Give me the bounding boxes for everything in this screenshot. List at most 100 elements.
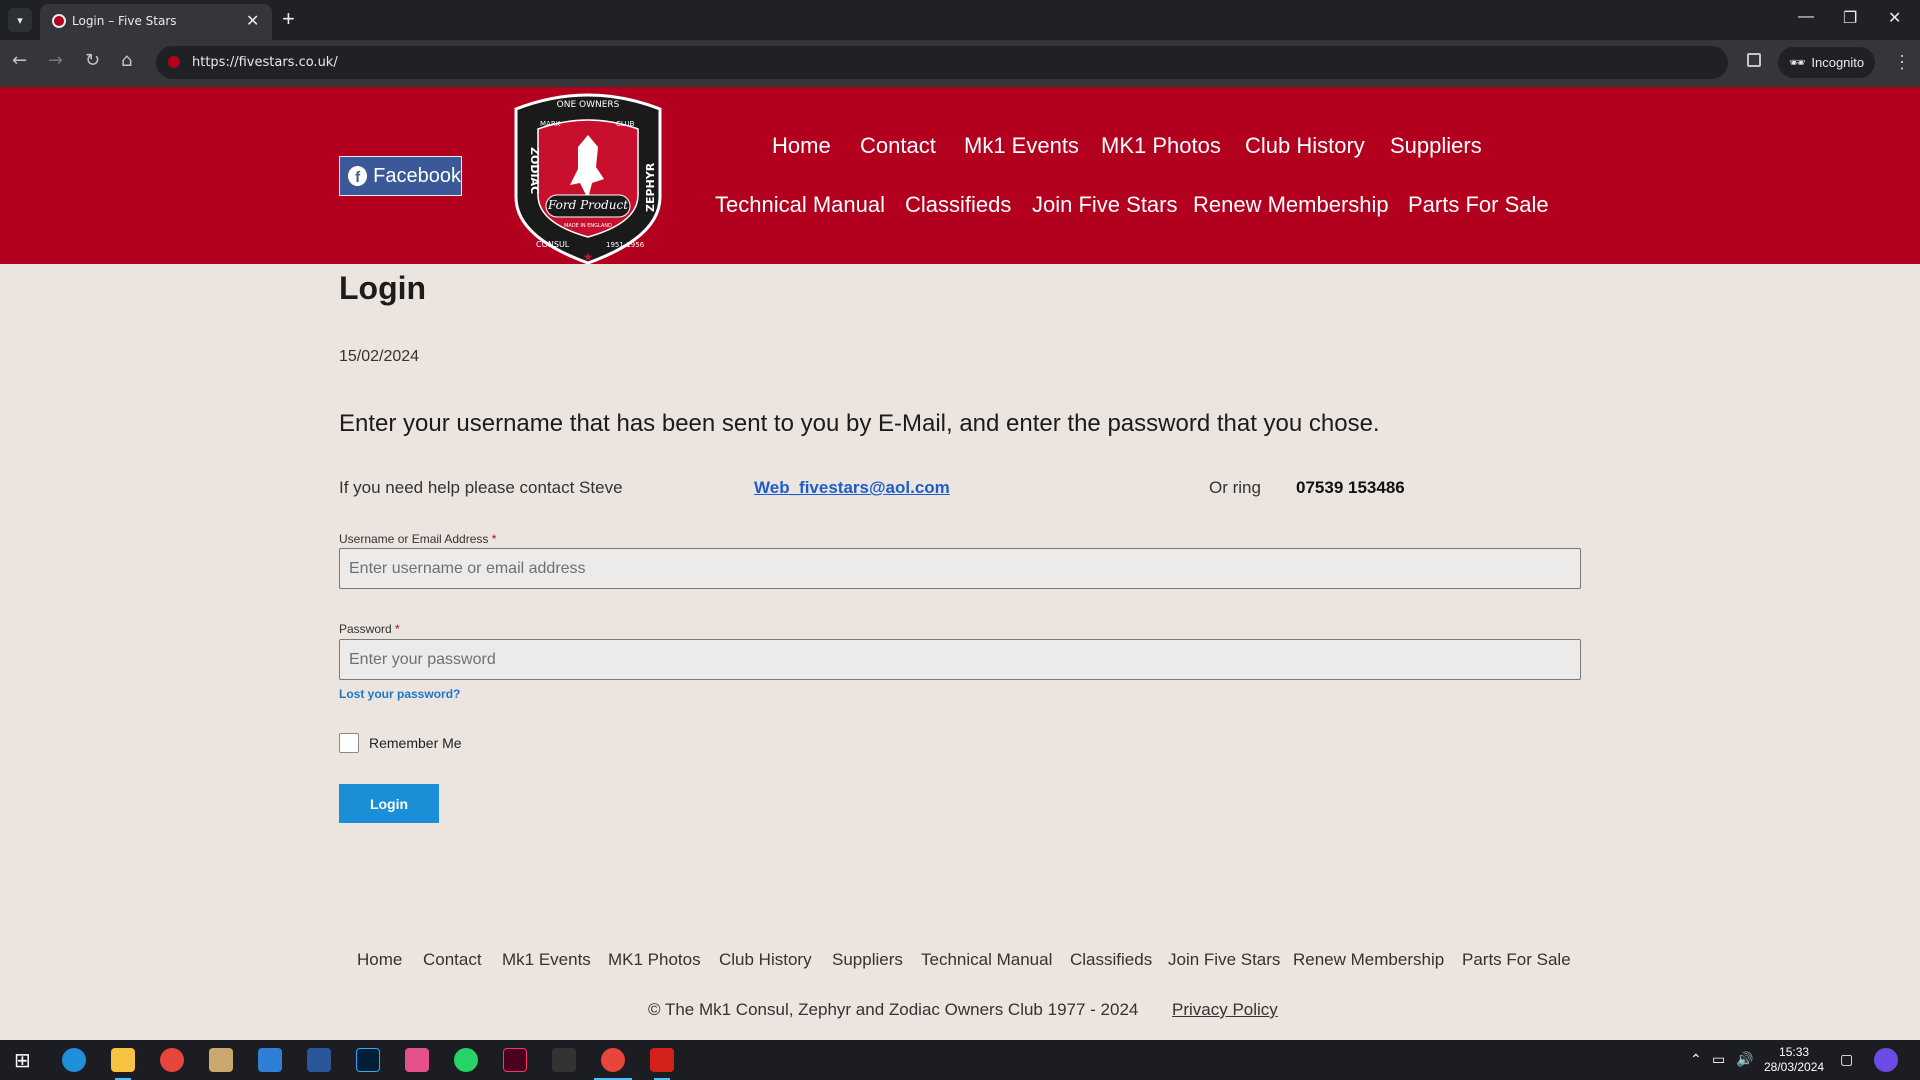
logo-text-made: MADE IN ENGLAND <box>564 223 612 229</box>
privacy-policy-link[interactable]: Privacy Policy <box>1172 1000 1278 1020</box>
facebook-button[interactable]: f Facebook <box>339 156 462 196</box>
logo-text-club: CLUB <box>616 120 635 128</box>
required-mark: * <box>395 622 400 636</box>
network-icon[interactable]: ▭ <box>1712 1051 1725 1068</box>
edge-icon[interactable] <box>62 1048 86 1072</box>
intro-text: Enter your username that has been sent t… <box>339 410 1380 437</box>
back-icon[interactable]: ← <box>12 50 27 71</box>
logo-text-zodiac: ZODIAC <box>528 147 541 194</box>
footer-nav-classifieds[interactable]: Classifieds <box>1070 950 1152 970</box>
nav-home[interactable]: Home <box>772 133 831 159</box>
side-panel-icon[interactable] <box>1747 53 1761 67</box>
footer-nav-club-history[interactable]: Club History <box>719 950 812 970</box>
remember-me-checkbox[interactable] <box>339 733 359 753</box>
login-button[interactable]: Login <box>339 784 439 823</box>
tab-search-button[interactable]: ▾ <box>8 8 32 32</box>
url-text: https://fivestars.co.uk/ <box>192 55 338 70</box>
footer-nav-technical-manual[interactable]: Technical Manual <box>921 950 1052 970</box>
site-header: f Facebook ONE OWNERS MARK CLUB ZODIAC Z… <box>0 87 1920 264</box>
club-logo[interactable]: ONE OWNERS MARK CLUB ZODIAC ZEPHYR Ford … <box>508 87 668 264</box>
username-input[interactable] <box>339 548 1581 589</box>
reload-icon[interactable]: ↻ <box>85 50 100 71</box>
logo-text-top: ONE OWNERS <box>557 100 620 110</box>
nav-suppliers[interactable]: Suppliers <box>1390 133 1482 159</box>
windows-start-icon[interactable]: ⊞ <box>14 1048 31 1073</box>
os-taskbar: ⊞ ⌃ ▭ 🔊 15:33 28/03/2024 ▢ <box>0 1040 1920 1080</box>
restore-icon[interactable]: ❐ <box>1843 8 1857 28</box>
browser-menu-icon[interactable]: ⋮ <box>1893 52 1911 73</box>
browser-tab-bar: ▾ Login – Five Stars ✕ + — ❐ ✕ <box>0 0 1920 40</box>
incognito-badge[interactable]: 🕶 Incognito <box>1778 47 1875 78</box>
address-bar[interactable]: https://fivestars.co.uk/ <box>156 46 1728 79</box>
notifications-icon[interactable]: ▢ <box>1840 1051 1853 1068</box>
footer-nav-parts-for-sale[interactable]: Parts For Sale <box>1462 950 1571 970</box>
forward-icon[interactable]: → <box>48 50 63 71</box>
password-input[interactable] <box>339 639 1581 680</box>
or-ring-text: Or ring <box>1209 478 1261 497</box>
tab-title: Login – Five Stars <box>72 14 177 28</box>
help-phone: 07539 153486 <box>1296 478 1405 497</box>
nav-parts-for-sale[interactable]: Parts For Sale <box>1408 192 1549 218</box>
browser-toolbar: ← → ↻ ⌂ https://fivestars.co.uk/ 🕶 Incog… <box>0 40 1920 87</box>
logo-text-mark: MARK <box>540 120 561 128</box>
clock-date: 28/03/2024 <box>1764 1060 1825 1074</box>
file-explorer-icon[interactable] <box>111 1048 135 1072</box>
browser-tab[interactable]: Login – Five Stars ✕ <box>40 4 272 40</box>
required-mark: * <box>491 532 497 546</box>
chrome-active-icon[interactable] <box>601 1048 625 1072</box>
photos-app-icon[interactable] <box>405 1048 429 1072</box>
logo-text-years: 1951-1956 <box>606 241 645 249</box>
site-info-icon[interactable] <box>168 56 180 68</box>
remember-me-label[interactable]: Remember Me <box>369 735 462 751</box>
nav-renew-membership[interactable]: Renew Membership <box>1193 192 1389 218</box>
site-favicon-icon <box>52 14 66 28</box>
footer-nav-contact[interactable]: Contact <box>423 950 482 970</box>
help-text: If you need help please contact Steve <box>339 478 623 497</box>
nav-classifieds[interactable]: Classifieds <box>905 192 1011 218</box>
footer-nav-join-five-stars[interactable]: Join Five Stars <box>1168 950 1280 970</box>
password-label: Password * <box>339 622 400 636</box>
nav-mk1-events[interactable]: Mk1 Events <box>964 133 1079 159</box>
indesign-icon[interactable] <box>503 1048 527 1072</box>
incognito-icon: 🕶 <box>1788 54 1806 70</box>
mail-icon[interactable] <box>258 1048 282 1072</box>
facebook-icon: f <box>348 166 368 186</box>
footer-nav-renew-membership[interactable]: Renew Membership <box>1293 950 1444 970</box>
minimize-icon[interactable]: — <box>1798 8 1814 26</box>
nav-mk1-photos[interactable]: MK1 Photos <box>1101 133 1221 159</box>
footer-nav-home[interactable]: Home <box>357 950 402 970</box>
post-date: 15/02/2024 <box>339 348 420 365</box>
copyright-text: © The Mk1 Consul, Zephyr and Zodiac Owne… <box>648 1000 1139 1019</box>
nav-club-history[interactable]: Club History <box>1245 133 1365 159</box>
volume-icon[interactable]: 🔊 <box>1736 1051 1753 1068</box>
photoshop-icon[interactable] <box>356 1048 380 1072</box>
page-title: Login <box>339 270 427 306</box>
copilot-icon[interactable] <box>1874 1048 1898 1072</box>
close-tab-icon[interactable]: ✕ <box>246 11 259 31</box>
footer-nav-mk1-events[interactable]: Mk1 Events <box>502 950 591 970</box>
chrome-icon[interactable] <box>160 1048 184 1072</box>
logo-text-consul: CONSUL <box>536 240 570 249</box>
svg-text:★: ★ <box>583 250 594 264</box>
nav-join-five-stars[interactable]: Join Five Stars <box>1032 192 1178 218</box>
new-tab-icon[interactable]: + <box>282 6 295 32</box>
nav-technical-manual[interactable]: Technical Manual <box>715 192 885 218</box>
username-label: Username or Email Address * <box>339 532 496 546</box>
logo-text-zephyr: ZEPHYR <box>644 162 657 212</box>
tray-chevron-icon[interactable]: ⌃ <box>1690 1051 1702 1068</box>
media-app-icon[interactable] <box>552 1048 576 1072</box>
taskbar-clock[interactable]: 15:33 28/03/2024 <box>1764 1045 1824 1075</box>
help-email-link[interactable]: Web_fivestars@aol.com <box>754 478 950 498</box>
footer-nav-mk1-photos[interactable]: MK1 Photos <box>608 950 701 970</box>
close-window-icon[interactable]: ✕ <box>1888 8 1901 28</box>
nav-contact[interactable]: Contact <box>860 133 936 159</box>
folder-icon[interactable] <box>209 1048 233 1072</box>
home-icon[interactable]: ⌂ <box>121 50 132 71</box>
footer-nav-suppliers[interactable]: Suppliers <box>832 950 903 970</box>
acrobat-icon[interactable] <box>650 1048 674 1072</box>
lost-password-link[interactable]: Lost your password? <box>339 687 460 701</box>
word-icon[interactable] <box>307 1048 331 1072</box>
username-label-text: Username or Email Address <box>339 532 489 546</box>
logo-text-ford: Ford Product <box>547 198 628 212</box>
whatsapp-icon[interactable] <box>454 1048 478 1072</box>
